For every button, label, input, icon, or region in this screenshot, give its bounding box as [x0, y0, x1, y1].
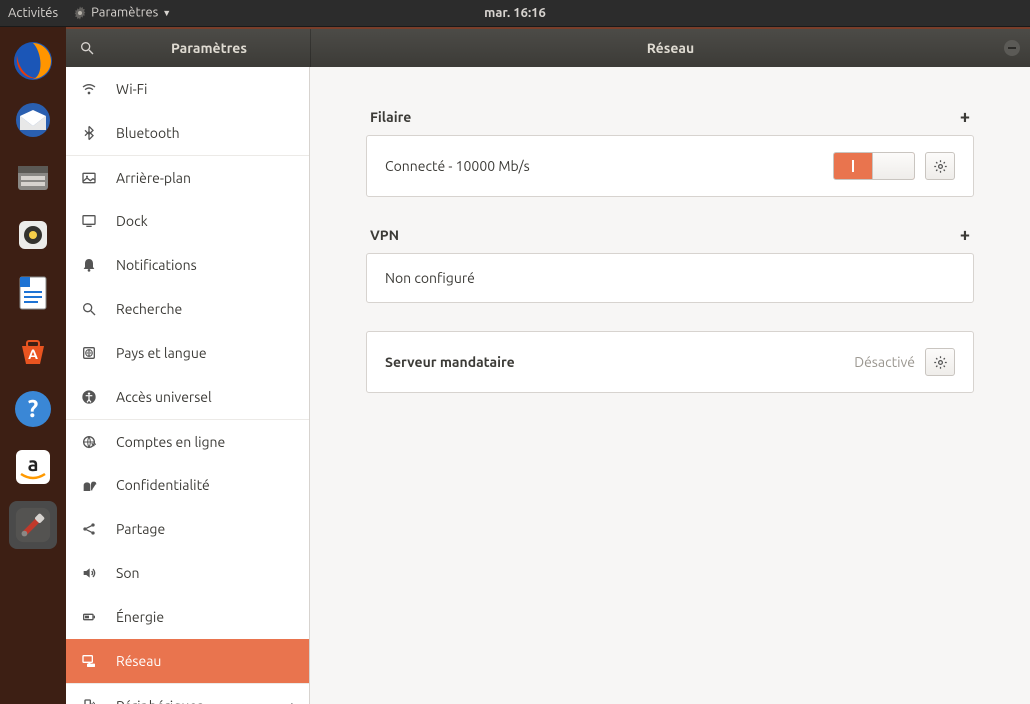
sidebar-item-network[interactable]: Réseau — [66, 639, 309, 683]
gear-icon — [72, 5, 88, 21]
proxy-row[interactable]: Serveur mandataire Désactivé — [366, 331, 974, 393]
background-icon — [80, 170, 98, 186]
launcher-firefox[interactable] — [9, 37, 57, 85]
sidebar-item-label: Énergie — [116, 609, 295, 625]
launcher-settings[interactable] — [9, 501, 57, 549]
svg-text:a: a — [28, 452, 39, 475]
sidebar-item-search[interactable]: Recherche — [66, 287, 309, 331]
sidebar-item-access[interactable]: Accès universel — [66, 375, 309, 419]
sidebar-item-label: Arrière-plan — [116, 170, 295, 186]
sidebar-item-wifi[interactable]: Wi-Fi — [66, 67, 309, 111]
chevron-right-icon: › — [291, 697, 296, 704]
sidebar-item-dock[interactable]: Dock — [66, 199, 309, 243]
sidebar-item-label: Son — [116, 565, 295, 581]
sidebar-item-label: Partage — [116, 521, 295, 537]
svg-text:A: A — [28, 346, 38, 362]
sidebar-item-power[interactable]: Énergie — [66, 595, 309, 639]
gear-icon — [933, 355, 948, 370]
proxy-settings-button[interactable] — [925, 348, 955, 376]
sidebar-item-share[interactable]: Partage — [66, 507, 309, 551]
bluetooth-icon — [80, 125, 98, 141]
sidebar-item-label: Pays et langue — [116, 345, 295, 361]
vpn-status-row: Non configuré — [366, 253, 974, 303]
activities-button[interactable]: Activités — [8, 6, 58, 20]
minimize-button[interactable] — [1004, 40, 1020, 56]
page-title: Réseau — [311, 29, 1030, 67]
wired-settings-button[interactable] — [925, 152, 955, 180]
search-icon — [80, 301, 98, 317]
sidebar-item-privacy[interactable]: Confidentialité — [66, 463, 309, 507]
proxy-label: Serveur mandataire — [385, 354, 854, 370]
sidebar-item-globe[interactable]: Pays et langue — [66, 331, 309, 375]
launcher-help[interactable]: ? — [9, 385, 57, 433]
launcher-files[interactable] — [9, 153, 57, 201]
minimize-icon — [1008, 47, 1016, 49]
launcher-rhythmbox[interactable] — [9, 211, 57, 259]
sidebar-item-label: Réseau — [116, 653, 295, 669]
wired-status-text: Connecté - 10000 Mb/s — [385, 158, 833, 174]
launcher-amazon[interactable]: a — [9, 443, 57, 491]
launcher-software[interactable]: A — [9, 327, 57, 375]
search-button[interactable] — [66, 29, 108, 67]
app-menu-button[interactable]: Paramètres▼ — [72, 5, 171, 21]
wired-toggle[interactable] — [833, 152, 915, 180]
devices-icon — [80, 698, 98, 704]
share-icon — [80, 521, 98, 537]
settings-window: Paramètres Réseau Wi-Fi Bluetooth Arrière-… — [66, 29, 1030, 704]
vpn-status-text: Non configuré — [385, 270, 955, 286]
privacy-icon — [80, 477, 98, 493]
sidebar-item-background[interactable]: Arrière-plan — [66, 155, 309, 199]
globe-icon — [80, 345, 98, 361]
wifi-icon — [80, 81, 98, 97]
sidebar-item-label: Accès universel — [116, 389, 295, 405]
sidebar-item-accounts[interactable]: Comptes en ligne — [66, 419, 309, 463]
sidebar-title: Paramètres — [108, 29, 310, 67]
dock-icon — [80, 213, 98, 229]
sidebar-item-label: Dock — [116, 213, 295, 229]
sidebar-item-bell[interactable]: Notifications — [66, 243, 309, 287]
search-icon — [79, 40, 95, 56]
sidebar-item-label: Notifications — [116, 257, 295, 273]
access-icon — [80, 389, 98, 405]
launcher-thunderbird[interactable] — [9, 95, 57, 143]
sidebar-item-label: Bluetooth — [116, 125, 295, 141]
sound-icon — [80, 565, 98, 581]
bell-icon — [80, 257, 98, 273]
sidebar-item-bluetooth[interactable]: Bluetooth — [66, 111, 309, 155]
accounts-icon — [80, 434, 98, 450]
proxy-status-text: Désactivé — [854, 354, 915, 370]
settings-sidebar: Wi-Fi Bluetooth Arrière-plan Dock Notificati… — [66, 67, 310, 704]
network-icon — [80, 653, 98, 669]
gear-icon — [933, 159, 948, 174]
vpn-section-title: VPN — [370, 227, 399, 243]
svg-text:?: ? — [28, 395, 39, 422]
power-icon — [80, 609, 98, 625]
sidebar-item-devices[interactable]: Périphériques › — [66, 683, 309, 704]
launcher-libreoffice-writer[interactable] — [9, 269, 57, 317]
add-wired-button[interactable]: + — [960, 107, 970, 127]
sidebar-item-label: Recherche — [116, 301, 295, 317]
network-panel: Filaire + Connecté - 10000 Mb/s VPN + — [310, 67, 1030, 704]
sidebar-item-label: Comptes en ligne — [116, 434, 295, 450]
wired-section-title: Filaire — [370, 109, 411, 125]
window-titlebar: Paramètres Réseau — [66, 29, 1030, 67]
chevron-down-icon: ▼ — [162, 8, 171, 18]
wired-connection-row: Connecté - 10000 Mb/s — [366, 135, 974, 197]
sidebar-item-sound[interactable]: Son — [66, 551, 309, 595]
sidebar-item-label: Périphériques — [116, 698, 273, 704]
clock[interactable]: mar. 16:16 — [484, 6, 546, 20]
sidebar-item-label: Wi-Fi — [116, 81, 295, 97]
add-vpn-button[interactable]: + — [960, 225, 970, 245]
gnome-topbar: Activités Paramètres▼ mar. 16:16 — [0, 0, 1030, 27]
sidebar-item-label: Confidentialité — [116, 477, 295, 493]
launcher-dock: A ? a — [0, 27, 66, 704]
